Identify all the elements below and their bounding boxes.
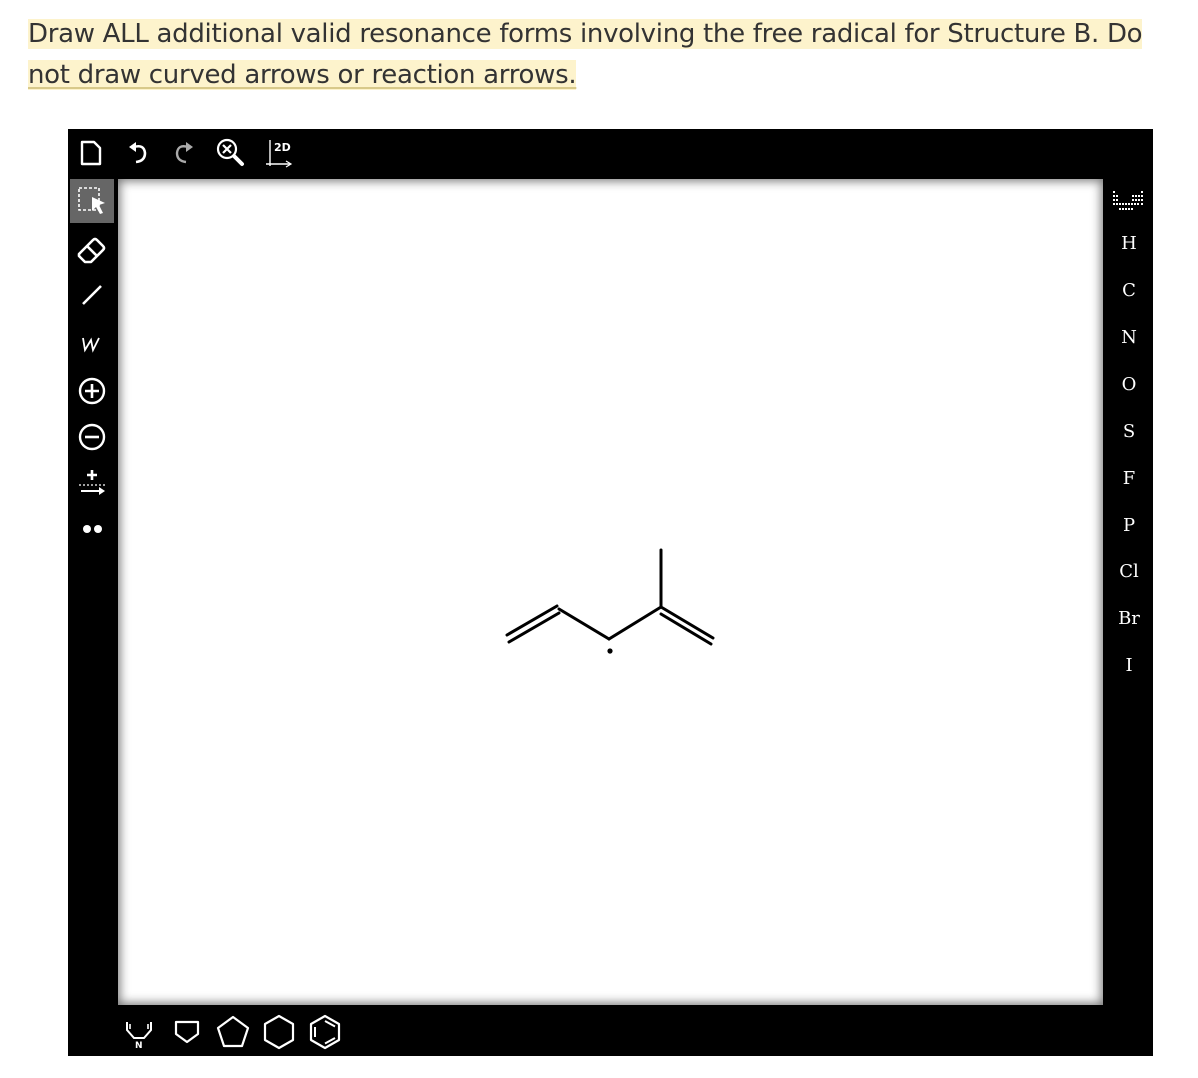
cyclopentane-template[interactable] [214, 1013, 252, 1051]
clean-2d-icon: 2D [266, 140, 293, 168]
lone-pair-tool[interactable] [70, 507, 114, 551]
new-document-button[interactable] [72, 135, 108, 171]
pyrrole-template[interactable]: N [120, 1013, 158, 1051]
question-line-1: Draw ALL additional valid resonance form… [28, 19, 1143, 49]
top-toolbar: 2D [68, 129, 1153, 177]
element-br[interactable]: Br [1105, 598, 1153, 638]
single-bond-tool[interactable] [70, 273, 114, 317]
benzene-template[interactable] [306, 1013, 344, 1051]
erase-tool[interactable] [70, 227, 114, 271]
pyrrole-icon: N [126, 1022, 152, 1050]
element-toolbar: H C N O S F P Cl Br I [1105, 177, 1153, 697]
chain-icon [82, 337, 100, 353]
element-p[interactable]: P [1105, 505, 1153, 545]
element-h[interactable]: H [1105, 223, 1153, 263]
question-line-2: not draw curved arrows or reaction arrow… [28, 60, 577, 90]
periodic-table-icon [1113, 191, 1143, 210]
redo-icon [175, 142, 193, 164]
element-cl[interactable]: Cl [1105, 551, 1153, 591]
molecule-editor: 2D H C N O S F P Cl Br I N [68, 129, 1153, 1056]
element-i[interactable]: I [1105, 645, 1153, 685]
charge-shift-tool[interactable] [70, 461, 114, 505]
cyclohexane-template[interactable] [260, 1013, 298, 1051]
element-f[interactable]: F [1105, 458, 1153, 498]
element-c[interactable]: C [1105, 270, 1153, 310]
zoom-clear-icon [216, 138, 244, 166]
cyclobutane-icon [174, 1020, 200, 1044]
new-document-icon [80, 140, 102, 166]
benzene-icon [309, 1014, 341, 1050]
minus-circle-icon [78, 423, 106, 451]
question-text: Draw ALL additional valid resonance form… [28, 14, 1148, 96]
drawing-canvas[interactable] [118, 179, 1103, 1005]
undo-button[interactable] [120, 135, 156, 171]
clean-2d-button[interactable]: 2D [260, 135, 296, 171]
template-toolbar: N [116, 1009, 416, 1053]
select-arrow-icon [78, 187, 105, 214]
negative-charge-tool[interactable] [70, 415, 114, 459]
plus-circle-icon [78, 377, 106, 405]
undo-icon [129, 142, 147, 164]
chain-tool[interactable] [70, 321, 114, 365]
periodic-table-button[interactable] [1105, 181, 1153, 221]
cyclohexane-icon [263, 1014, 295, 1050]
select-tool[interactable] [70, 179, 114, 223]
positive-charge-tool[interactable] [70, 369, 114, 413]
cyclobutane-template[interactable] [168, 1013, 206, 1051]
clean-2d-label: 2D [274, 141, 291, 154]
redo-button[interactable] [166, 135, 202, 171]
lone-pair-icon [83, 525, 102, 533]
left-toolbar [68, 177, 116, 557]
element-n[interactable]: N [1105, 317, 1153, 357]
single-bond-icon [82, 285, 102, 305]
element-o[interactable]: O [1105, 364, 1153, 404]
element-s[interactable]: S [1105, 411, 1153, 451]
charge-arrow-icon [79, 470, 105, 495]
eraser-icon [77, 237, 106, 264]
cyclopentane-icon [216, 1015, 250, 1048]
pyrrole-n-label: N [135, 1041, 143, 1050]
radical-dot [607, 648, 613, 654]
molecule-structure [505, 548, 715, 654]
zoom-clear-button[interactable] [212, 135, 248, 171]
